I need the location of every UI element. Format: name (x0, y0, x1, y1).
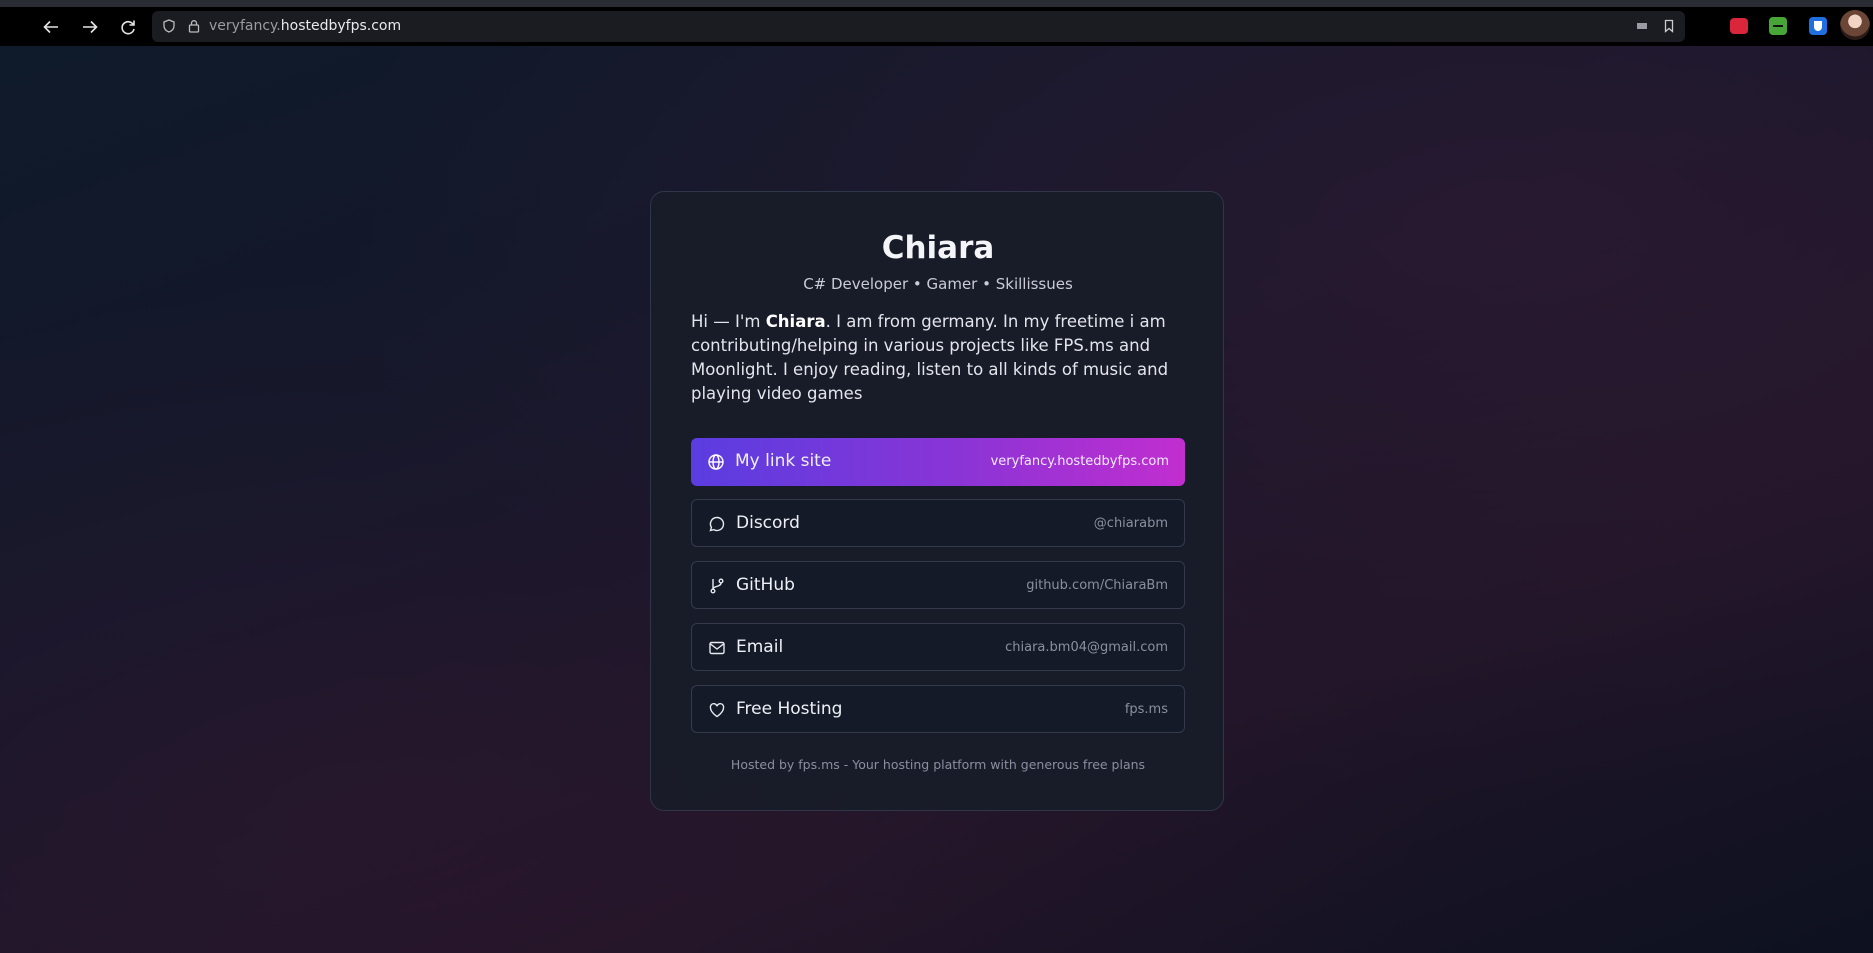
link-label: GitHub (736, 575, 795, 595)
profile-card: Chiara C# Developer • Gamer • Skillissue… (650, 191, 1224, 811)
browser-toolbar: veryfancy.hostedbyfps.com (0, 7, 1873, 46)
extension-green-glyph (1773, 25, 1783, 27)
link-github[interactable]: GitHub github.com/ChiaraBm (691, 561, 1185, 609)
link-label: Email (736, 637, 784, 657)
link-value: @chiarabm (1093, 516, 1168, 531)
profile-avatar[interactable] (1840, 10, 1870, 40)
link-label: Discord (736, 513, 800, 533)
bitwarden-extension-icon[interactable] (1809, 17, 1827, 35)
chat-bubble-icon (709, 516, 725, 532)
lock-icon[interactable] (187, 19, 201, 33)
git-branch-icon (710, 578, 724, 594)
mail-icon (709, 641, 725, 655)
link-value: chiara.bm04@gmail.com (1005, 640, 1168, 655)
link-label: My link site (735, 451, 832, 471)
reader-mode-icon[interactable] (1635, 19, 1649, 33)
profile-name: Chiara (881, 230, 995, 266)
url-subdomain: veryfancy. (209, 18, 281, 34)
reload-icon (121, 20, 135, 35)
extension-red-icon[interactable] (1730, 18, 1748, 34)
arrow-left-icon (43, 20, 58, 34)
bio-name: Chiara (765, 312, 826, 331)
shield-icon[interactable] (162, 19, 176, 33)
link-value: fps.ms (1124, 702, 1168, 717)
arrow-right-icon (83, 20, 98, 34)
reload-button[interactable] (115, 14, 141, 40)
window-top-strip (0, 0, 1873, 7)
address-bar[interactable]: veryfancy.hostedbyfps.com (152, 11, 1685, 42)
profile-bio: Hi — I'm Chiara. I am from germany. In m… (691, 310, 1191, 406)
page-background: Chiara C# Developer • Gamer • Skillissue… (0, 46, 1873, 953)
bookmark-icon[interactable] (1662, 19, 1676, 33)
heart-icon (709, 702, 725, 718)
link-email[interactable]: Email chiara.bm04@gmail.com (691, 623, 1185, 671)
bitwarden-shield-glyph (1814, 21, 1822, 31)
link-value: github.com/ChiaraBm (1026, 578, 1168, 593)
url-domain: hostedbyfps.com (280, 18, 402, 34)
link-value: veryfancy.hostedbyfps.com (990, 454, 1169, 469)
hosting-footer: Hosted by fps.ms - Your hosting platform… (730, 757, 1146, 772)
profile-tagline: C# Developer • Gamer • Skillissues (803, 275, 1073, 293)
back-button[interactable] (38, 14, 64, 40)
link-free-hosting[interactable]: Free Hosting fps.ms (691, 685, 1185, 733)
extension-green-icon[interactable] (1769, 17, 1787, 35)
forward-button[interactable] (77, 14, 103, 40)
url-text[interactable]: veryfancy.hostedbyfps.com (209, 18, 401, 34)
link-my-link-site[interactable]: My link site veryfancy.hostedbyfps.com (691, 438, 1185, 486)
link-label: Free Hosting (736, 699, 843, 719)
link-discord[interactable]: Discord @chiarabm (691, 499, 1185, 547)
globe-icon (708, 454, 724, 470)
bio-intro: Hi — I'm (691, 312, 766, 331)
